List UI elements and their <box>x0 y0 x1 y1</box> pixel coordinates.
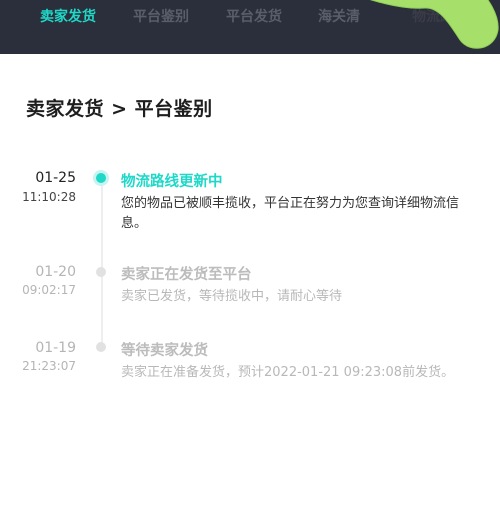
timeline-dot-icon <box>96 267 106 277</box>
event-time: 21:23:07 <box>22 359 76 373</box>
tab-platform-shipping[interactable]: 平台发货 <box>226 6 282 26</box>
event-description: 卖家正在准备发货，预计2022-01-21 09:23:08前发货。 <box>121 365 455 380</box>
event-description: 卖家已发货，等待揽收中，请耐心等待 <box>121 289 343 304</box>
event-date: 01-19 <box>35 340 76 356</box>
timeline-dot-active-icon <box>96 173 106 183</box>
event-date: 01-20 <box>35 264 76 280</box>
event-time: 11:10:28 <box>22 190 76 204</box>
event-title: 物流路线更新中 <box>121 174 223 190</box>
tab-platform-authentication[interactable]: 平台鉴别 <box>133 6 189 26</box>
green-sticker-decoration <box>369 0 499 49</box>
page-breadcrumb: 卖家发货 > 平台鉴别 <box>26 98 213 120</box>
timeline-dot-icon <box>96 342 106 352</box>
event-title: 等待卖家发货 <box>121 343 208 359</box>
top-tab-bar: 卖家发货 平台鉴别 平台发货 海关清 物流跟踪 <box>0 0 500 54</box>
event-time: 09:02:17 <box>22 283 76 297</box>
event-description: 您的物品已被顺丰揽收，平台正在努力为您查询详细物流信息。 <box>121 196 460 231</box>
timeline-line <box>101 178 103 348</box>
tab-seller-shipping[interactable]: 卖家发货 <box>40 6 96 26</box>
event-date: 01-25 <box>35 170 76 186</box>
event-title: 卖家正在发货至平台 <box>121 267 252 283</box>
